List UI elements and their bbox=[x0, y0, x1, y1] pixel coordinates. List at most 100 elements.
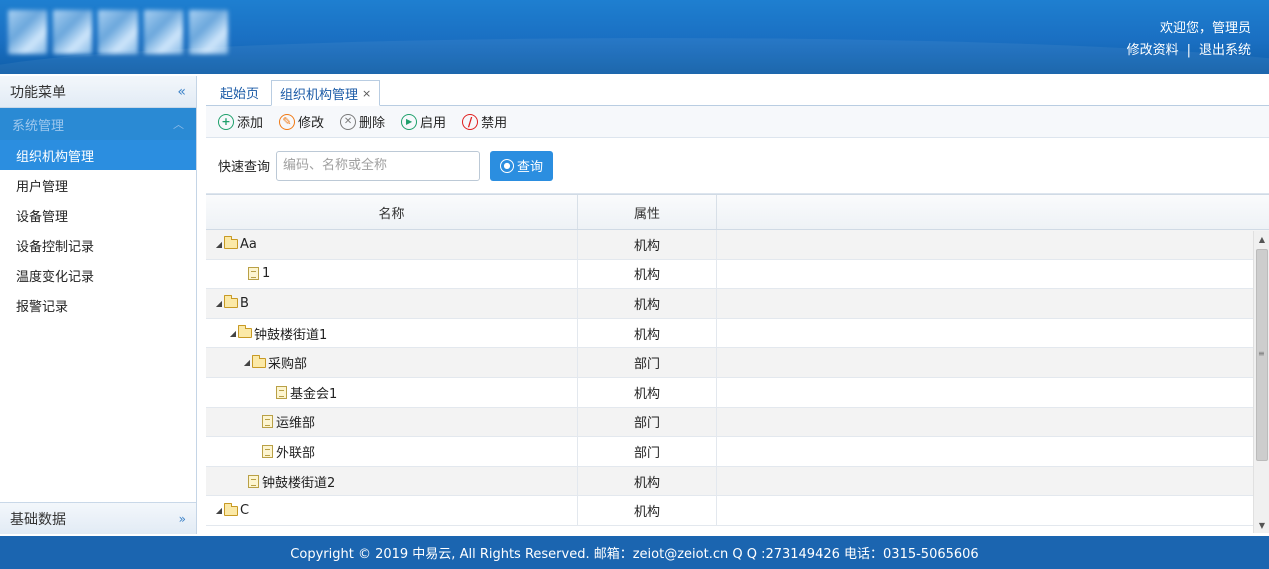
node-label: Aa bbox=[240, 236, 257, 252]
node-label: 外联部 bbox=[276, 445, 316, 461]
file-icon bbox=[262, 444, 273, 458]
cell-name: 外联部 bbox=[206, 437, 578, 466]
sidebar-item-device-control-log[interactable]: 设备控制记录 bbox=[0, 230, 196, 260]
table-row[interactable]: 1 机构 bbox=[206, 259, 1269, 290]
cell-empty bbox=[717, 348, 1269, 377]
search-button-label: 查询 bbox=[517, 160, 544, 175]
table-row[interactable]: ◢ C 机构 bbox=[206, 496, 1269, 526]
sidebar-item-devices[interactable]: 设备管理 bbox=[0, 200, 196, 230]
add-button[interactable]: + 添加 bbox=[212, 110, 269, 134]
scroll-grip-icon: ≡ bbox=[1258, 349, 1265, 358]
search-icon: ● bbox=[500, 158, 515, 173]
sidebar-item-temperature-log[interactable]: 温度变化记录 bbox=[0, 260, 196, 290]
sidebar-item-alarm-log[interactable]: 报警记录 bbox=[0, 290, 196, 320]
expand-toggle-icon[interactable]: ◢ bbox=[214, 506, 224, 515]
expand-toggle-icon[interactable]: ◢ bbox=[214, 299, 224, 308]
app-header: 欢迎您，管理员 修改资料 | 退出系统 bbox=[0, 0, 1269, 74]
scroll-up-icon[interactable]: ▲ bbox=[1254, 231, 1269, 247]
cell-name: 1 bbox=[206, 259, 578, 289]
cell-attr: 部门 bbox=[578, 437, 717, 466]
add-label: 添加 bbox=[237, 116, 264, 131]
table-row[interactable]: 运维部 部门 bbox=[206, 407, 1269, 438]
column-header-attr[interactable]: 属性 bbox=[578, 195, 717, 229]
table-row[interactable]: ◢ 钟鼓楼街道1 机构 bbox=[206, 318, 1269, 349]
ban-icon: / bbox=[462, 113, 479, 130]
search-button[interactable]: ● 查询 bbox=[490, 150, 554, 181]
table-row[interactable]: ◢ B 机构 bbox=[206, 289, 1269, 319]
sidebar-title: 功能菜单 bbox=[10, 84, 66, 101]
table-row[interactable]: ◢ 采购部 部门 bbox=[206, 348, 1269, 378]
cell-name: ◢ B bbox=[206, 289, 578, 318]
cell-empty bbox=[717, 378, 1269, 407]
table-row[interactable]: 基金会1 机构 bbox=[206, 377, 1269, 408]
enable-button[interactable]: ▶ 启用 bbox=[395, 110, 452, 134]
cell-attr: 机构 bbox=[578, 318, 717, 348]
cell-attr: 机构 bbox=[578, 377, 717, 407]
table-row[interactable]: 钟鼓楼街道2 机构 bbox=[206, 466, 1269, 497]
vertical-scrollbar[interactable]: ▲ ≡ ▼ bbox=[1253, 231, 1269, 533]
cell-attr: 机构 bbox=[578, 259, 717, 289]
user-area: 欢迎您，管理员 修改资料 | 退出系统 bbox=[1127, 18, 1251, 62]
cell-name: 基金会1 bbox=[206, 377, 578, 407]
sidebar-group-system[interactable]: 系统管理 ︿ bbox=[0, 108, 196, 140]
file-icon bbox=[262, 415, 273, 429]
node-label: 钟鼓楼街道2 bbox=[262, 475, 336, 491]
page-footer: Copyright © 2019 中易云, All Rights Reserve… bbox=[0, 536, 1269, 569]
cell-attr: 机构 bbox=[578, 496, 717, 525]
expand-toggle-icon[interactable]: ◢ bbox=[242, 358, 252, 367]
search-input[interactable] bbox=[276, 150, 481, 181]
file-icon bbox=[248, 474, 259, 488]
table-row[interactable]: 外联部 部门 bbox=[206, 437, 1269, 467]
expand-toggle-icon[interactable]: ◢ bbox=[228, 329, 238, 338]
logout-link[interactable]: 退出系统 bbox=[1199, 43, 1251, 58]
cell-empty bbox=[717, 230, 1269, 259]
edit-profile-link[interactable]: 修改资料 bbox=[1127, 43, 1179, 58]
double-chevron-down-icon: » bbox=[178, 511, 186, 526]
link-separator: | bbox=[1186, 43, 1191, 58]
sidebar-header: 功能菜单 « bbox=[0, 76, 196, 108]
enable-label: 启用 bbox=[420, 116, 447, 131]
grid-body: ◢ Aa 机构 1 机构 ◢ B 机构 ◢ 钟鼓楼街道1 机构 ◢ 采购部 部门 基金会1 机构 运维部 部门 外联… bbox=[206, 230, 1269, 526]
folder-icon bbox=[224, 236, 238, 250]
close-icon[interactable]: × bbox=[362, 87, 371, 100]
cell-empty bbox=[717, 437, 1269, 466]
cell-attr: 机构 bbox=[578, 289, 717, 318]
cell-attr: 机构 bbox=[578, 466, 717, 496]
tab-label: 起始页 bbox=[220, 86, 260, 102]
sidebar: 功能菜单 « 系统管理 ︿ 组织机构管理 用户管理 设备管理 设备控制记录 温度… bbox=[0, 76, 197, 534]
cell-empty bbox=[717, 260, 1269, 289]
sidebar-group-basic-data[interactable]: 基础数据 » bbox=[0, 502, 196, 534]
chevron-up-icon: ︿ bbox=[173, 118, 184, 131]
folder-icon bbox=[238, 325, 252, 339]
main-content: 起始页 组织机构管理 × +添加 ✎修改 ✕删除 ▶启用 /禁用 快速查询 ● … bbox=[206, 76, 1269, 534]
delete-button[interactable]: ✕ 删除 bbox=[334, 110, 391, 134]
cell-name: 钟鼓楼街道2 bbox=[206, 466, 578, 496]
tab-bar: 起始页 组织机构管理 × bbox=[206, 76, 1269, 106]
cell-attr: 机构 bbox=[578, 230, 717, 259]
folder-icon bbox=[224, 295, 238, 309]
disable-label: 禁用 bbox=[481, 116, 508, 131]
disable-button[interactable]: / 禁用 bbox=[456, 110, 513, 134]
node-label: 采购部 bbox=[268, 357, 308, 373]
expand-toggle-icon[interactable]: ◢ bbox=[214, 240, 224, 249]
tab-label: 组织机构管理 bbox=[280, 87, 359, 103]
node-label: 钟鼓楼街道1 bbox=[254, 327, 328, 343]
sidebar-item-users[interactable]: 用户管理 bbox=[0, 170, 196, 200]
cell-empty bbox=[717, 496, 1269, 525]
cell-empty bbox=[717, 408, 1269, 437]
file-icon bbox=[248, 267, 259, 281]
welcome-text: 欢迎您，管理员 bbox=[1159, 21, 1251, 36]
sidebar-item-org[interactable]: 组织机构管理 bbox=[0, 140, 196, 170]
tab-home[interactable]: 起始页 bbox=[212, 79, 267, 105]
cell-empty bbox=[717, 319, 1269, 348]
tab-org-management[interactable]: 组织机构管理 × bbox=[271, 80, 381, 106]
node-label: 运维部 bbox=[276, 416, 316, 432]
edit-label: 修改 bbox=[298, 116, 325, 131]
collapse-sidebar-icon[interactable]: « bbox=[177, 84, 186, 100]
edit-button[interactable]: ✎ 修改 bbox=[273, 110, 330, 134]
table-row[interactable]: ◢ Aa 机构 bbox=[206, 230, 1269, 260]
column-header-name[interactable]: 名称 bbox=[206, 195, 578, 229]
cell-attr: 部门 bbox=[578, 348, 717, 377]
scroll-down-icon[interactable]: ▼ bbox=[1254, 517, 1269, 533]
node-label: C bbox=[240, 503, 250, 519]
